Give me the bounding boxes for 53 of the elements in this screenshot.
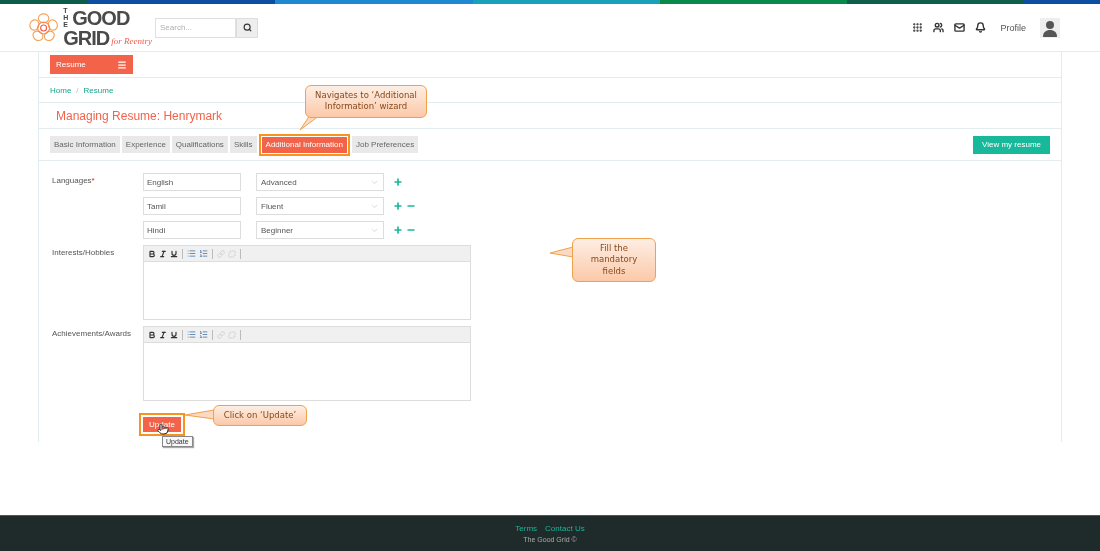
wizard-tab[interactable]: Experience <box>121 136 170 153</box>
language-field[interactable]: English <box>143 173 241 191</box>
breadcrumb-link[interactable]: Resume <box>83 85 114 95</box>
menu-icon <box>117 59 127 70</box>
logo-text: GRID <box>63 28 110 48</box>
underline-icon[interactable] <box>170 330 178 339</box>
level-select[interactable]: Advanced <box>256 173 384 191</box>
bullet-list-icon[interactable] <box>187 249 196 258</box>
footer-link[interactable]: Contact Us <box>545 524 585 533</box>
footer-link[interactable]: Terms <box>515 524 538 533</box>
add-icon[interactable] <box>393 177 403 187</box>
bold-icon[interactable] <box>148 249 156 258</box>
search-button[interactable] <box>236 17 258 38</box>
field-label: Achievements/Awards <box>52 328 132 340</box>
add-icon[interactable] <box>393 201 403 211</box>
numbered-list-icon[interactable] <box>199 249 208 258</box>
wizard-tab[interactable]: Additional Information <box>258 133 350 156</box>
callout: Navigates to ‘Additional Information’ wizard <box>305 85 427 118</box>
italic-icon[interactable] <box>159 249 167 258</box>
breadcrumb-separator: / <box>76 85 79 95</box>
profile-link[interactable]: Profile <box>1000 22 1026 33</box>
callout: Fill the mandatory fields <box>572 238 656 283</box>
breadcrumb-link[interactable]: Home <box>50 85 72 95</box>
level-select[interactable]: Beginner <box>256 221 384 239</box>
field-label: Interests/Hobbies <box>52 247 116 259</box>
language-field[interactable]: Hindi <box>143 221 241 239</box>
users-icon[interactable] <box>933 22 945 33</box>
add-icon[interactable] <box>393 225 403 235</box>
wizard-tab[interactable]: Basic Information <box>50 136 120 153</box>
field-label: Languages* <box>52 175 96 187</box>
bell-icon[interactable] <box>975 22 987 33</box>
wizard-tab[interactable]: Skills <box>229 136 257 153</box>
language-field[interactable]: Tamil <box>143 197 241 215</box>
search-icon <box>242 23 252 32</box>
numbered-list-icon[interactable] <box>199 330 208 339</box>
search-field[interactable]: Search... <box>155 17 236 38</box>
mail-icon[interactable] <box>954 22 966 33</box>
update-button[interactable]: Update <box>139 413 185 436</box>
italic-icon[interactable] <box>159 330 167 339</box>
underline-icon[interactable] <box>170 249 178 258</box>
bullet-list-icon[interactable] <box>187 330 196 339</box>
avatar-icon[interactable] <box>1040 17 1060 38</box>
callout-tail <box>184 409 215 421</box>
resume-menu-button[interactable]: Resume <box>50 55 133 74</box>
apps-icon[interactable] <box>912 22 924 33</box>
page-title: Managing Resume: Henrymark <box>56 108 223 123</box>
callout: Click on ‘Update’ <box>213 405 307 427</box>
level-select[interactable]: Fluent <box>256 197 384 215</box>
wizard-tab[interactable]: Qualifications <box>171 136 228 153</box>
wizard-tab[interactable]: Job Preferences <box>351 136 419 153</box>
bold-icon[interactable] <box>148 330 156 339</box>
logo-text: GOOD <box>72 8 130 28</box>
logo-tagline: for Reentry <box>111 37 152 46</box>
